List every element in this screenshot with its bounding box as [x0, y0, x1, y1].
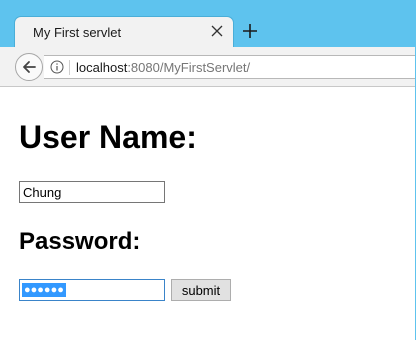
tab-title: My First servlet [33, 25, 122, 40]
info-icon[interactable] [50, 60, 64, 74]
username-heading: User Name: [19, 119, 197, 155]
address-bar[interactable]: localhost:8080/MyFirstServlet/ [44, 55, 416, 79]
url-host: localhost [76, 60, 128, 75]
address-toolbar: localhost:8080/MyFirstServlet/ [0, 47, 416, 87]
url-separator [69, 60, 70, 75]
back-button[interactable] [15, 53, 43, 81]
url-text[interactable]: localhost:8080/MyFirstServlet/ [76, 60, 250, 75]
password-input[interactable]: ●●●●●● [19, 279, 165, 301]
tab-my-first-servlet[interactable]: My First servlet [14, 16, 234, 47]
url-path: :8080/MyFirstServlet/ [127, 60, 251, 75]
username-input[interactable] [19, 181, 165, 203]
password-masked-selection: ●●●●●● [22, 283, 66, 297]
password-heading: Password: [19, 228, 141, 255]
browser-window: My First servlet localhost:8080/MyFirstS… [0, 0, 416, 340]
back-arrow-icon [23, 61, 36, 73]
submit-button[interactable]: submit [171, 279, 231, 301]
page-content: User Name: Password: ●●●●●● submit [0, 88, 416, 340]
plus-icon[interactable] [242, 23, 258, 39]
close-icon[interactable] [210, 24, 224, 38]
tab-strip: My First servlet [0, 0, 416, 47]
